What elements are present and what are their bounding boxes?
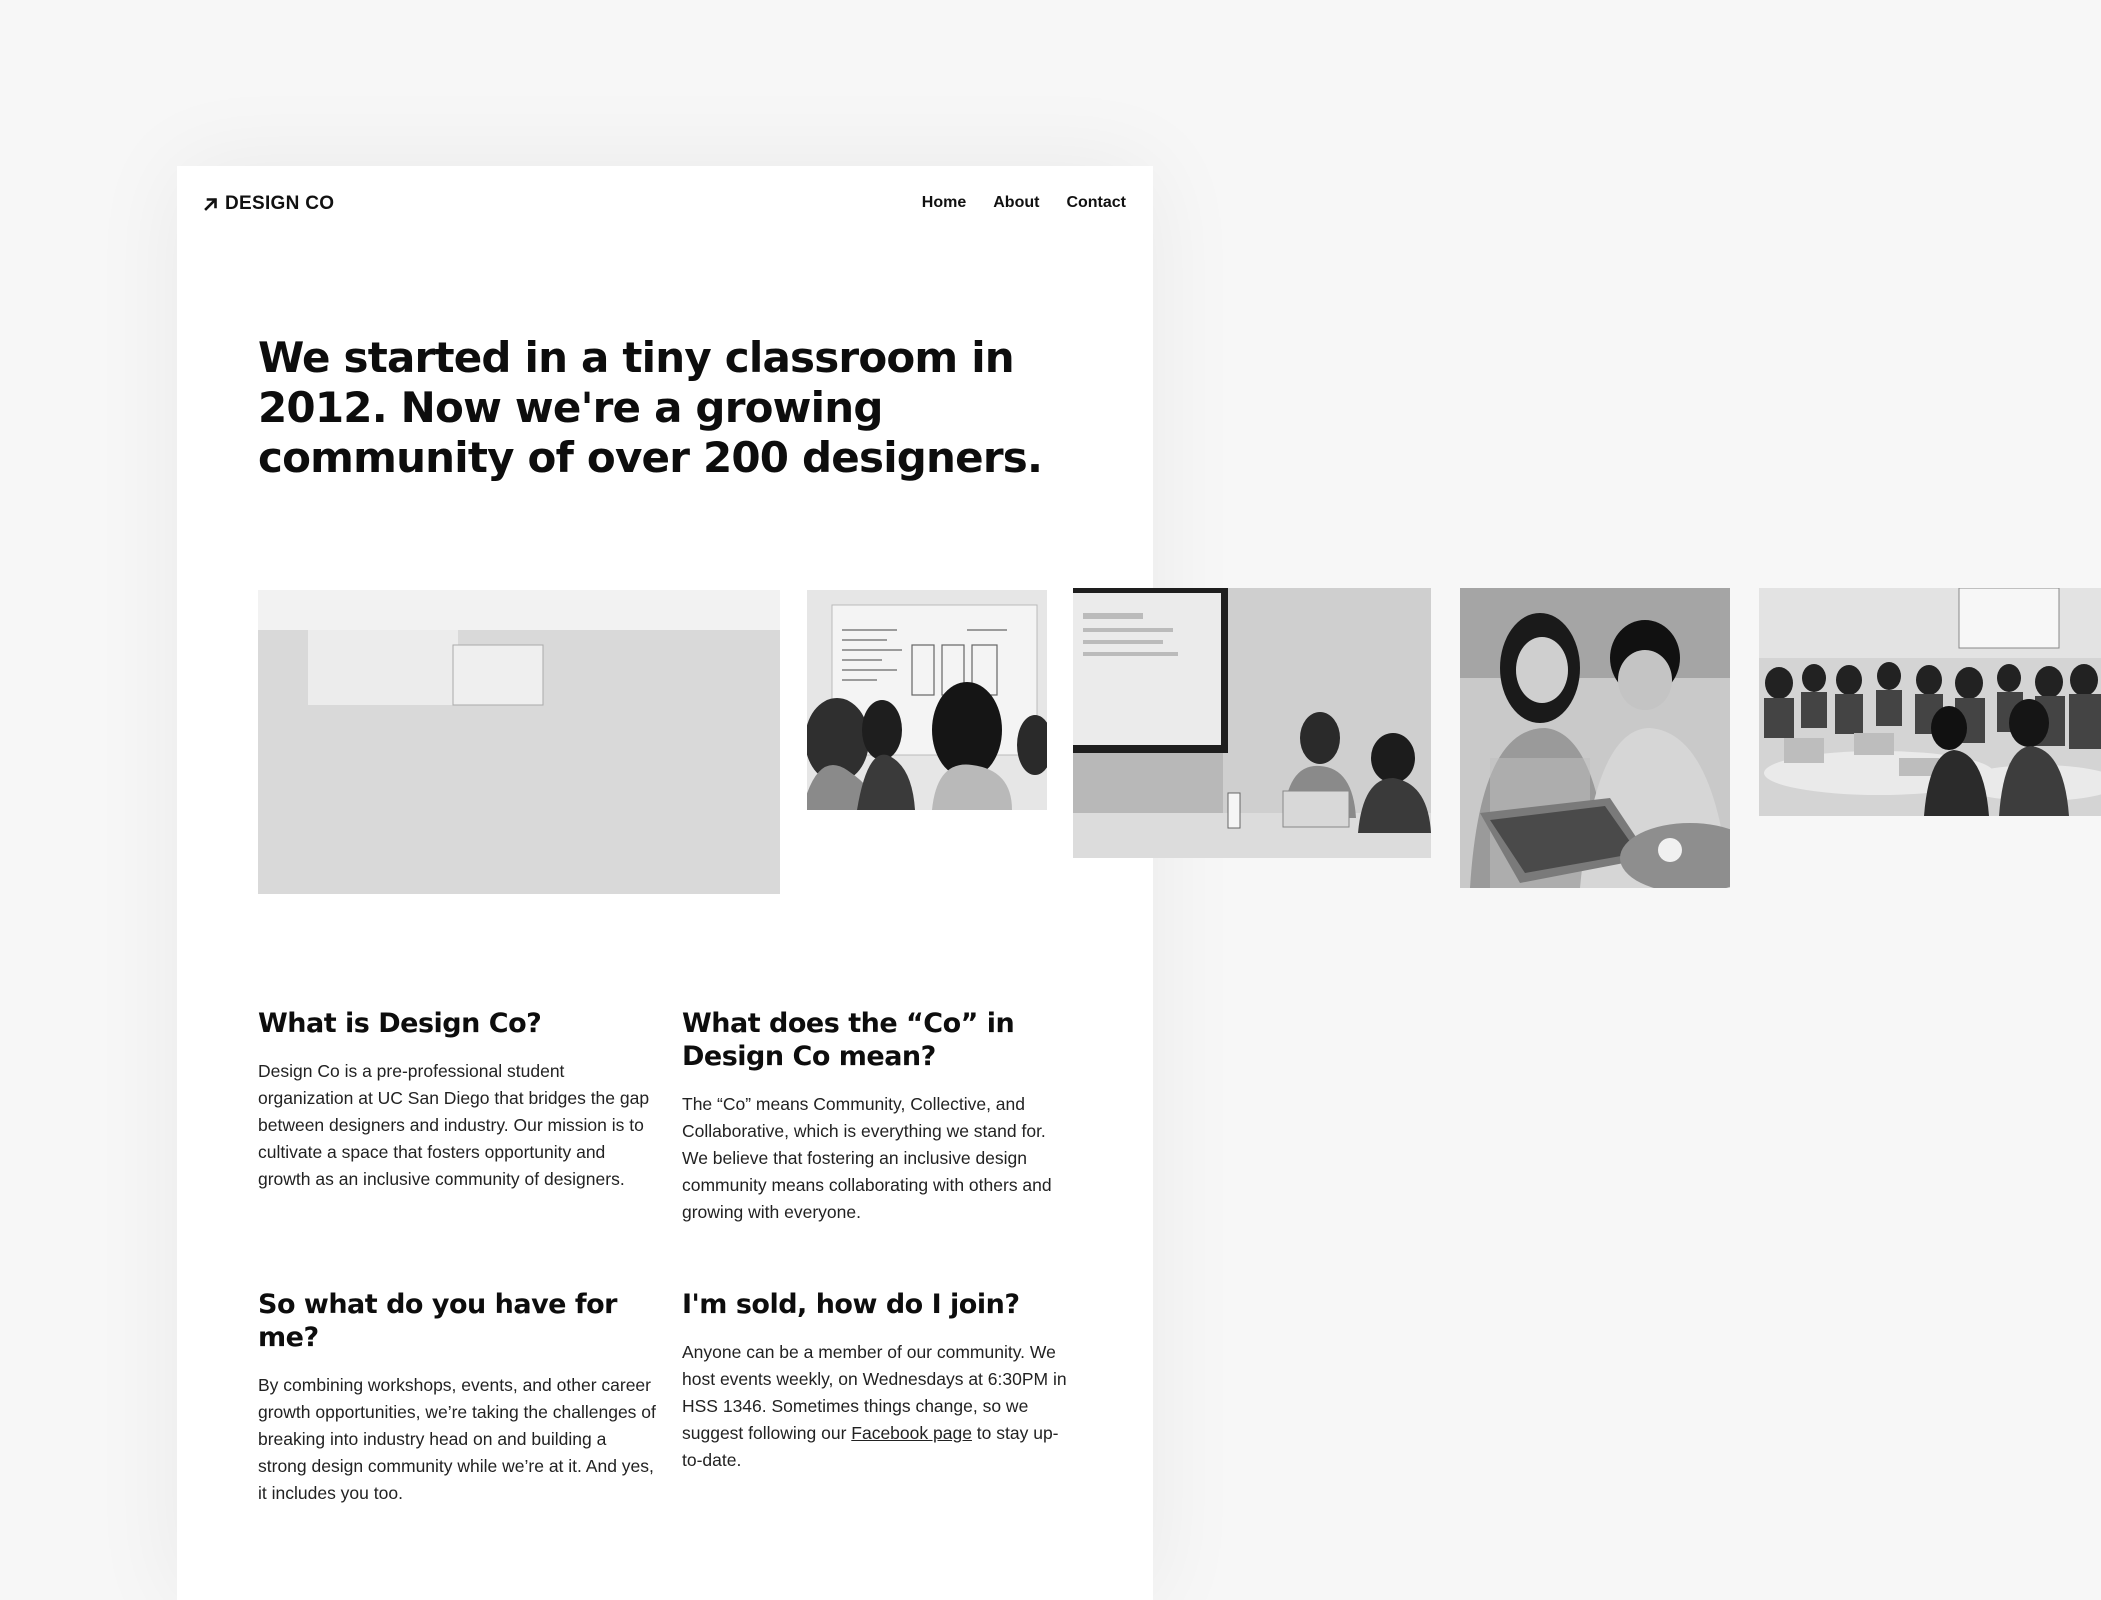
- faq-question: I'm sold, how do I join?: [682, 1289, 1020, 1320]
- hero-title: We started in a tiny classroom in 2012. …: [258, 333, 1043, 482]
- presentation-photo: [1073, 588, 1431, 858]
- faq-answer: Anyone can be a member of our community.…: [682, 1339, 1067, 1474]
- faq-question: What does the “Co” in Design Co mean?: [682, 1008, 1015, 1072]
- nav-menu: Home About Contact: [922, 194, 1126, 212]
- arrow-up-right-icon: [204, 198, 217, 211]
- logo-text: DESIGN CO: [225, 193, 335, 214]
- faq-what-is: What is Design Co? Design Co is a pre-pr…: [258, 1007, 653, 1193]
- workshop-group-photo: [258, 590, 780, 894]
- faq-question: What is Design Co?: [258, 1008, 542, 1039]
- nav-contact-link[interactable]: Contact: [1066, 194, 1126, 212]
- facebook-page-link[interactable]: Facebook page: [851, 1423, 972, 1443]
- faq-how-to-join: I'm sold, how do I join? Anyone can be a…: [682, 1288, 1067, 1474]
- nav-about-link[interactable]: About: [993, 194, 1039, 212]
- page: DESIGN CO Home About Contact We started …: [0, 0, 2101, 1600]
- nav-home-link[interactable]: Home: [922, 194, 966, 212]
- faq-co-meaning: What does the “Co” in Design Co mean? Th…: [682, 1007, 1067, 1226]
- lecture-hall-photo: [1759, 588, 2101, 816]
- faq-answer: By combining workshops, events, and othe…: [258, 1375, 656, 1503]
- laptop-pair-photo: [1460, 588, 1730, 888]
- faq-what-for-me: So what do you have for me? By combining…: [258, 1288, 658, 1507]
- whiteboard-photo: [807, 590, 1047, 810]
- logo-link[interactable]: DESIGN CO: [204, 193, 334, 215]
- faq-answer: The “Co” means Community, Collective, an…: [682, 1094, 1052, 1222]
- faq-question: So what do you have for me?: [258, 1289, 618, 1353]
- faq-answer: Design Co is a pre-professional student …: [258, 1061, 650, 1189]
